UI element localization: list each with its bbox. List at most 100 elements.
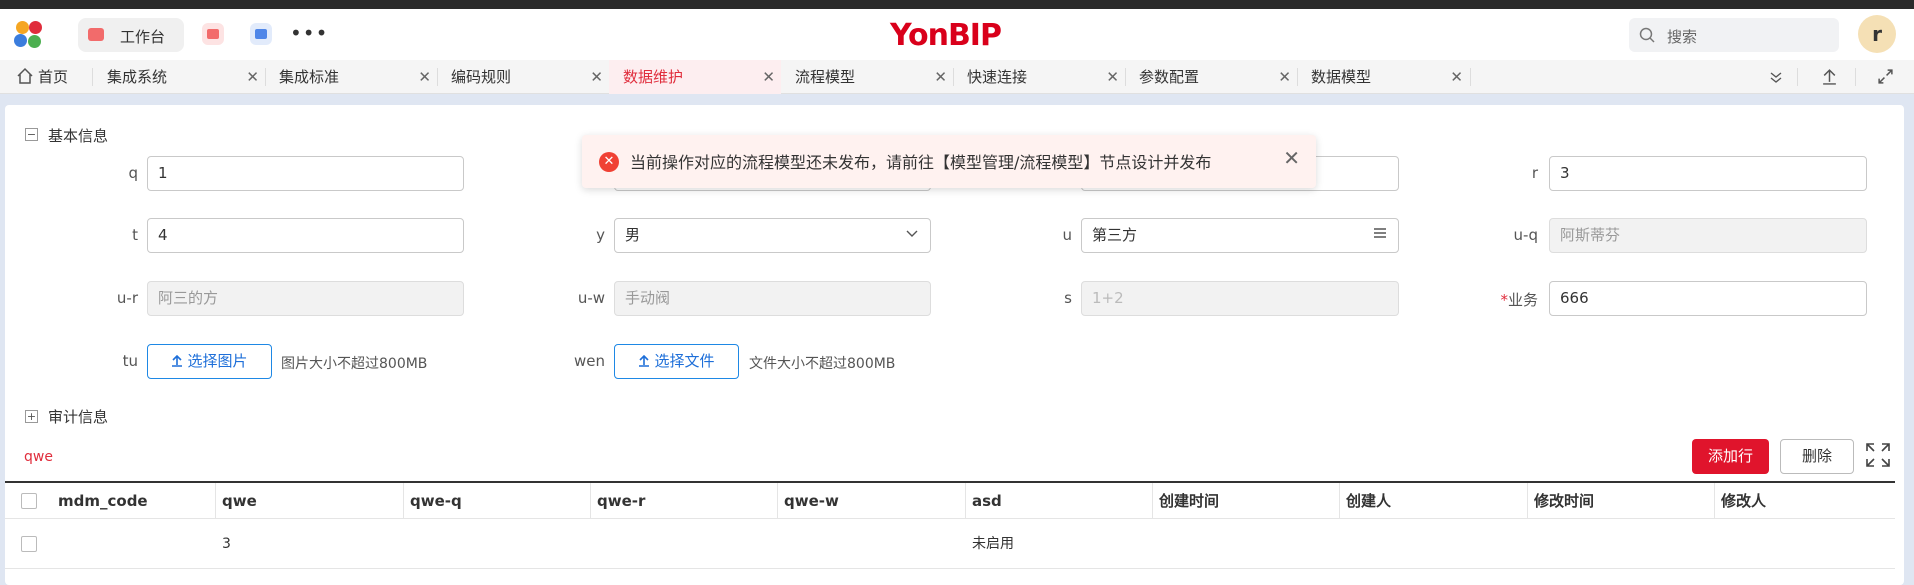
field-u-label: u	[1062, 226, 1072, 244]
add-row-button[interactable]: 添加行	[1692, 439, 1769, 474]
tab-data-model[interactable]: 数据模型 ✕	[1297, 60, 1469, 94]
error-icon: ✕	[599, 152, 619, 172]
list-icon[interactable]	[1372, 227, 1386, 239]
field-u-reference[interactable]: 第三方	[1081, 218, 1399, 253]
select-image-button[interactable]: 选择图片	[147, 344, 272, 379]
column-header[interactable]: qwe-q	[404, 483, 591, 519]
app-shortcut-red-icon[interactable]	[202, 23, 224, 45]
tab-integration-standard[interactable]: 集成标准 ✕	[265, 60, 437, 94]
delete-button[interactable]: 删除	[1780, 439, 1854, 474]
tab-data-maintenance[interactable]: 数据维护 ✕	[609, 60, 781, 94]
cell-modified-by[interactable]	[1715, 519, 1895, 569]
select-file-label: 选择文件	[654, 352, 715, 370]
fullscreen-icon[interactable]	[1864, 441, 1892, 469]
app-shortcut-blue-icon[interactable]	[250, 23, 272, 45]
tab-coding-rules[interactable]: 编码规则 ✕	[437, 60, 609, 94]
cell-created-at[interactable]	[1153, 519, 1340, 569]
tab-close-icon[interactable]: ✕	[934, 60, 947, 94]
column-header[interactable]: mdm_code	[52, 483, 216, 519]
field-q-label: q	[128, 164, 138, 182]
basic-info-collapse-icon[interactable]: −	[25, 128, 38, 141]
field-y-value: 男	[625, 226, 641, 244]
tab-list-dropdown-icon[interactable]	[1768, 69, 1784, 85]
cell-qwe-w[interactable]	[778, 519, 966, 569]
tab-parameter-config[interactable]: 参数配置 ✕	[1125, 60, 1297, 94]
tab-close-icon[interactable]: ✕	[246, 60, 259, 94]
field-q-input[interactable]: 1	[147, 156, 464, 191]
field-s-input: 1+2	[1081, 281, 1399, 316]
audit-info-title: 审计信息	[48, 408, 109, 426]
select-file-button[interactable]: 选择文件	[614, 344, 739, 379]
tab-label: 集成系统	[107, 68, 168, 86]
tab-integration-system[interactable]: 集成系统 ✕	[93, 60, 265, 94]
cell-qwe-q[interactable]	[404, 519, 591, 569]
column-header[interactable]: qwe-r	[591, 483, 778, 519]
field-u-q-label: u-q	[1513, 226, 1538, 244]
workbench-label: 工作台	[120, 28, 166, 46]
tab-quick-connect[interactable]: 快速连接 ✕	[953, 60, 1125, 94]
cell-mdm-code[interactable]	[52, 519, 216, 569]
subtable-title: qwe	[24, 449, 53, 465]
user-avatar[interactable]: r	[1858, 15, 1896, 53]
field-u-r-label: u-r	[116, 289, 138, 307]
global-search-input[interactable]: 搜索	[1629, 18, 1839, 52]
field-y-select[interactable]: 男	[614, 218, 931, 253]
tab-process-model[interactable]: 流程模型 ✕	[781, 60, 953, 94]
field-yewu-input[interactable]: 666	[1549, 281, 1867, 316]
upload-icon[interactable]	[1821, 68, 1838, 85]
tab-divider	[1470, 68, 1471, 86]
column-header[interactable]: 创建时间	[1153, 483, 1340, 519]
column-header[interactable]: 创建人	[1340, 483, 1528, 519]
table-header: mdm_code qwe qwe-q qwe-r qwe-w asd 创建时间 …	[5, 481, 1895, 519]
select-all-checkbox[interactable]	[21, 493, 37, 509]
cell-modified-at[interactable]	[1528, 519, 1715, 569]
column-header[interactable]: 修改时间	[1528, 483, 1715, 519]
row-checkbox[interactable]	[21, 536, 37, 552]
field-u-q-input: 阿斯蒂芬	[1549, 218, 1867, 253]
field-t-label: t	[132, 226, 138, 244]
cell-created-by[interactable]	[1340, 519, 1528, 569]
table-row[interactable]: 3 未启用	[5, 519, 1895, 569]
tab-close-icon[interactable]: ✕	[1106, 60, 1119, 94]
tab-label: 流程模型	[795, 68, 856, 86]
error-toast-message: 当前操作对应的流程模型还未发布，请前往【模型管理/流程模型】节点设计并发布	[630, 153, 1212, 172]
tab-close-icon[interactable]: ✕	[762, 60, 775, 94]
cell-qwe-r[interactable]	[591, 519, 778, 569]
field-r-input[interactable]: 3	[1549, 156, 1867, 191]
page-tab-bar: 首页 集成系统 ✕ 集成标准 ✕ 编码规则 ✕ 数据维护 ✕ 流程模型 ✕ 快速…	[0, 60, 1914, 94]
search-icon	[1639, 27, 1655, 43]
maximize-icon[interactable]	[1877, 68, 1894, 85]
home-icon	[17, 67, 33, 84]
error-toast: ✕ 当前操作对应的流程模型还未发布，请前往【模型管理/流程模型】节点设计并发布 …	[582, 135, 1316, 188]
field-yewu-label-text: 业务	[1507, 291, 1538, 309]
field-wen-label: wen	[573, 352, 605, 370]
tab-close-icon[interactable]: ✕	[1278, 60, 1291, 94]
tab-close-icon[interactable]: ✕	[1450, 60, 1463, 94]
column-header[interactable]: 修改人	[1715, 483, 1895, 519]
file-size-hint: 文件大小不超过800MB	[749, 356, 896, 372]
cell-asd[interactable]: 未启用	[966, 519, 1153, 569]
tab-label: 编码规则	[451, 68, 512, 86]
column-header[interactable]: asd	[966, 483, 1153, 519]
close-icon[interactable]: ✕	[1283, 146, 1300, 170]
tab-label: 参数配置	[1139, 68, 1200, 86]
app-logo-icon[interactable]	[14, 21, 44, 51]
cell-qwe[interactable]: 3	[216, 519, 404, 569]
tab-close-icon[interactable]: ✕	[590, 60, 603, 94]
required-mark: *	[1500, 291, 1508, 309]
field-t-input[interactable]: 4	[147, 218, 464, 253]
brand-bip: BIP	[947, 18, 1002, 53]
window-top-strip	[0, 0, 1914, 9]
select-image-label: 选择图片	[187, 352, 248, 370]
column-header[interactable]: qwe	[216, 483, 404, 519]
tab-home[interactable]: 首页	[0, 60, 90, 94]
field-y-label: y	[596, 226, 605, 244]
app-header: 工作台 ••• YonBIP 搜索 r	[0, 9, 1914, 61]
more-apps-icon[interactable]: •••	[290, 21, 328, 45]
audit-info-expand-icon[interactable]: +	[25, 410, 38, 423]
upload-icon	[172, 354, 183, 367]
column-header[interactable]: qwe-w	[778, 483, 966, 519]
field-u-w-label: u-w	[577, 289, 605, 307]
workbench-button[interactable]: 工作台	[78, 18, 184, 52]
tab-close-icon[interactable]: ✕	[418, 60, 431, 94]
